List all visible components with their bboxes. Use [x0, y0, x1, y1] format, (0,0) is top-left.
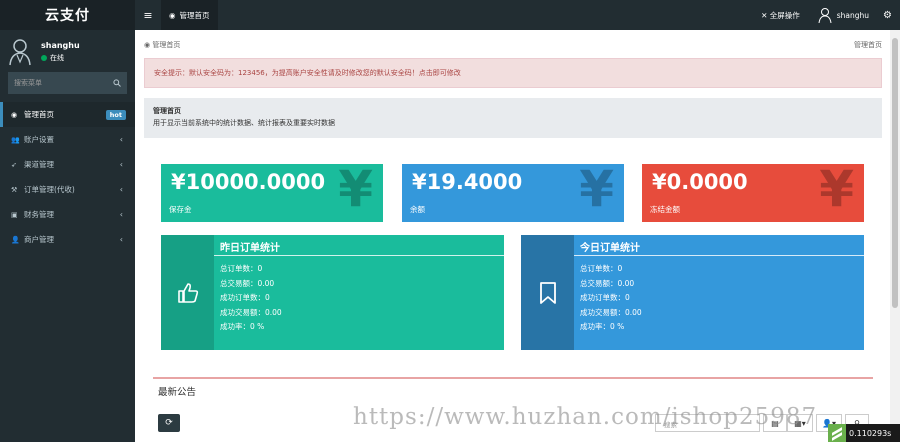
watermark: https://www.huzhan.com/ishop25987 — [353, 404, 818, 430]
stat-line: 成功交易额：0.00 — [220, 307, 282, 317]
alert-text[interactable]: 安全提示：默认安全码为：123456，为提高账户安全性请及时修改您的默认安全码！… — [154, 68, 461, 78]
breadcrumb: ◉ 管理首页 — [144, 40, 180, 50]
user-status: 在线 — [41, 53, 80, 63]
sidebar-item-account[interactable]: 👥 账户设置 ‹ — [0, 127, 135, 152]
main-content: ◉ 管理首页 管理首页 安全提示：默认安全码为：123456，为提高账户安全性请… — [135, 30, 890, 442]
stat-line: 总订单数：0 — [580, 264, 623, 273]
stat-card-balance: ¥19.4000 余额 ¥ — [402, 164, 624, 222]
stat-line: 成功交易额：0.00 — [580, 307, 642, 317]
gavel-icon: ⚒ — [11, 185, 18, 194]
sidebar-item-label: 管理首页 — [24, 110, 54, 119]
top-user-menu[interactable]: shanghu — [818, 7, 869, 23]
top-username: shanghu — [836, 10, 870, 20]
stat-line: 总订单数：0 — [220, 264, 263, 273]
sidebar-item-label: 商户管理 — [24, 235, 54, 244]
sidebar-search[interactable]: 搜索菜单 — [8, 72, 127, 94]
dashboard-icon: ◉ — [11, 110, 18, 119]
security-alert[interactable]: 安全提示：默认安全码为：123456，为提高账户安全性请及时修改您的默认安全码！… — [144, 58, 882, 88]
sidebar-item-label: 财务管理 — [24, 210, 54, 219]
page-header: 管理首页 用于显示当前系统中的统计数据、统计报表及重要实时数据 — [144, 98, 882, 138]
sidebar-item-merchants[interactable]: 👤 商户管理 ‹ — [0, 227, 135, 252]
refresh-button[interactable]: ⟳ — [158, 414, 180, 432]
page-scrollbar[interactable] — [890, 30, 900, 442]
app-logo[interactable]: 云支付 — [0, 0, 135, 30]
scrollbar-thumb[interactable] — [892, 38, 898, 308]
chevron-left-icon: ‹ — [119, 235, 123, 244]
chevron-left-icon: ‹ — [119, 160, 123, 169]
top-navbar: ≡ ◉ 管理首页 ✕ 全屏操作 shanghu ⚙ — [135, 0, 900, 30]
fullscreen-icon: ✕ — [761, 10, 768, 20]
user-panel: shanghu 在线 — [0, 33, 135, 71]
sidebar-item-channels[interactable]: ➶ 渠道管理 ‹ — [0, 152, 135, 177]
online-dot-icon — [41, 55, 47, 61]
page-title: 管理首页 — [153, 107, 181, 115]
tab-home[interactable]: ◉ 管理首页 — [161, 0, 218, 30]
user-avatar-icon — [818, 8, 832, 23]
order-stats-today: 今日订单统计 总订单数：0 总交易额：0.00 成功订单数：0 成功交易额：0.… — [521, 235, 864, 350]
timer-value: 0.110293s — [849, 428, 892, 438]
sidebar-item-label: 渠道管理 — [24, 160, 54, 169]
page-description: 用于显示当前系统中的统计数据、统计报表及重要实时数据 — [153, 119, 335, 127]
fullscreen-button[interactable]: ✕ 全屏操作 — [761, 10, 800, 21]
debug-logo-icon — [828, 424, 846, 442]
sidebar-item-finance[interactable]: ▣ 财务管理 ‹ — [0, 202, 135, 227]
avatar-icon — [9, 39, 31, 66]
sidebar-item-orders[interactable]: ⚒ 订单管理(代收) ‹ — [0, 177, 135, 202]
stat-amount: ¥0.0000 — [652, 170, 748, 194]
status-label: 在线 — [50, 54, 64, 62]
bookmark-icon — [521, 235, 574, 350]
fullscreen-label: 全屏操作 — [769, 10, 800, 20]
stat-line: 成功率：0 % — [580, 322, 625, 331]
stat-line: 成功率：0 % — [220, 322, 265, 331]
stat-label: 冻结金额 — [650, 205, 680, 214]
order-stats-list: 总订单数：0 总交易额：0.00 成功订单数：0 成功交易额：0.00 成功率：… — [220, 262, 282, 335]
search-icon[interactable] — [113, 79, 121, 87]
notice-title: 最新公告 — [158, 387, 197, 398]
tab-home-label: 管理首页 — [179, 10, 210, 20]
sidebar-item-label: 账户设置 — [24, 135, 54, 144]
stat-amount: ¥19.4000 — [412, 170, 523, 194]
wallet-icon: ▣ — [11, 210, 18, 219]
dashboard-icon: ◉ — [169, 10, 176, 20]
breadcrumb-right[interactable]: 管理首页 — [854, 40, 882, 50]
sidebar-item-label: 订单管理(代收) — [24, 185, 75, 194]
order-stats-title: 今日订单统计 — [574, 235, 864, 256]
stat-label: 余额 — [410, 205, 425, 214]
stat-line: 成功订单数：0 — [220, 293, 270, 302]
paper-plane-icon: ➶ — [11, 160, 17, 169]
yen-icon: ¥ — [579, 164, 614, 218]
sidebar-search-input[interactable]: 搜索菜单 — [14, 78, 42, 88]
menu-toggle-icon[interactable]: ≡ — [135, 9, 161, 22]
chevron-left-icon: ‹ — [119, 210, 123, 219]
stat-amount: ¥10000.0000 — [171, 170, 326, 194]
user-plus-icon: 👤 — [11, 235, 20, 244]
debug-timer[interactable]: 0.110293s — [828, 424, 900, 442]
gear-icon[interactable]: ⚙ — [883, 10, 892, 21]
stat-line: 总交易额：0.00 — [220, 278, 275, 288]
hot-badge: hot — [105, 109, 126, 120]
user-name: shanghu — [41, 41, 80, 50]
stat-card-frozen: ¥0.0000 冻结金额 ¥ — [642, 164, 864, 222]
stat-line: 总交易额：0.00 — [580, 278, 635, 288]
breadcrumb-label: 管理首页 — [152, 41, 181, 49]
sidebar-menu: ◉ 管理首页 hot 👥 账户设置 ‹ ➶ 渠道管理 ‹ ⚒ 订单管理(代收) ‹ ▣ 财务管理 ‹… — [0, 102, 135, 252]
chevron-left-icon: ‹ — [119, 135, 123, 144]
order-stats-yesterday: 昨日订单统计 总订单数：0 总交易额：0.00 成功订单数：0 成功交易额：0.… — [161, 235, 504, 350]
yen-icon: ¥ — [338, 164, 373, 218]
notice-divider — [153, 377, 873, 379]
refresh-icon: ⟳ — [165, 418, 173, 428]
sidebar-item-dashboard[interactable]: ◉ 管理首页 hot — [0, 102, 135, 127]
stat-label: 保存金 — [169, 205, 192, 214]
stat-card-deposit: ¥10000.0000 保存金 ¥ — [161, 164, 383, 222]
order-stats-list: 总订单数：0 总交易额：0.00 成功订单数：0 成功交易额：0.00 成功率：… — [580, 262, 642, 335]
stat-line: 成功订单数：0 — [580, 293, 630, 302]
users-icon: 👥 — [11, 135, 20, 144]
chevron-left-icon: ‹ — [119, 185, 123, 194]
order-stats-title: 昨日订单统计 — [214, 235, 504, 256]
top-right-tools: ✕ 全屏操作 shanghu ⚙ — [761, 0, 900, 30]
thumbs-up-icon — [161, 235, 214, 350]
sidebar: 云支付 shanghu 在线 搜索菜单 ◉ 管理首页 hot 👥 账户设置 ‹ ➶ 渠道管… — [0, 0, 135, 442]
yen-icon: ¥ — [819, 164, 854, 218]
